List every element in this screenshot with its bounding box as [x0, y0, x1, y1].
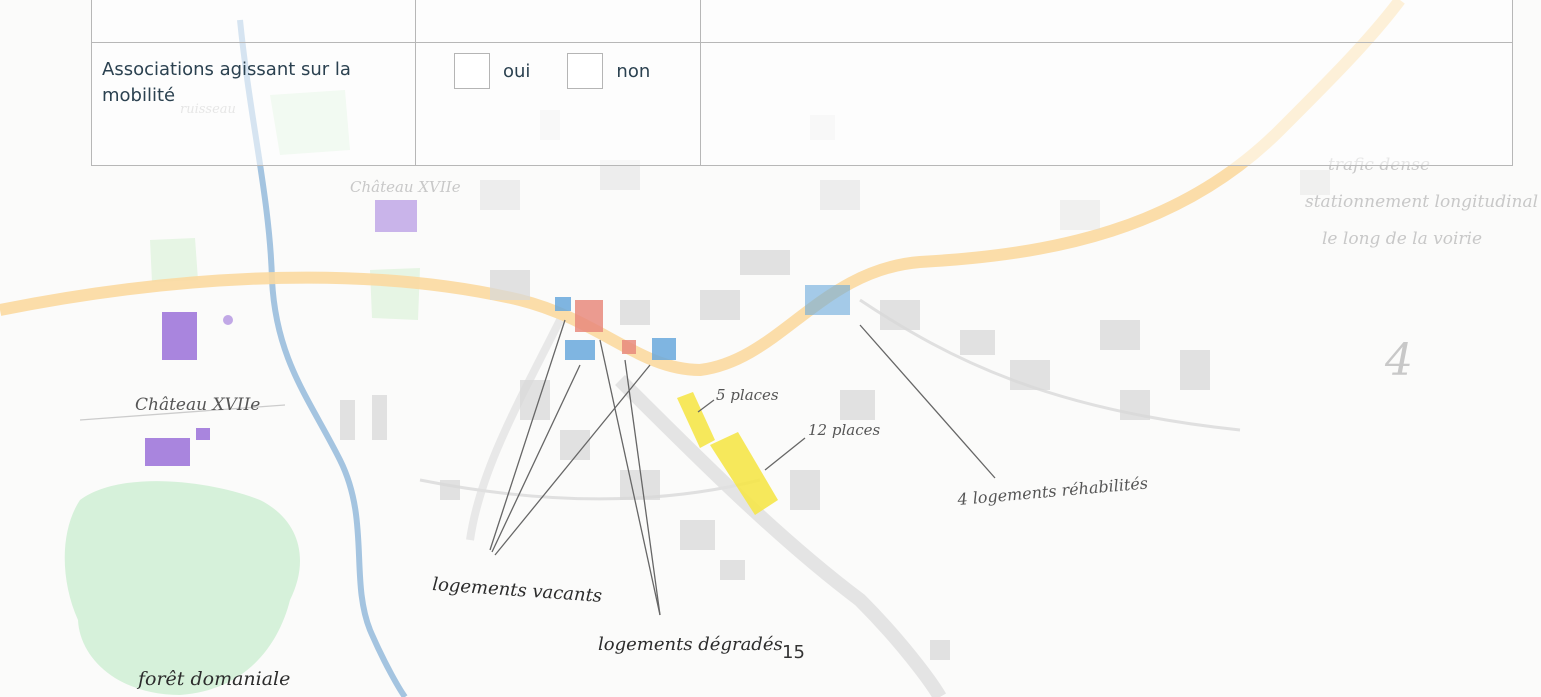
logements-vacants-label: logements vacants — [432, 574, 603, 607]
table-cell-notes[interactable] — [700, 0, 1513, 43]
north-mark: 4 — [1384, 335, 1413, 386]
mobility-form-table: Associations agissant sur la mobilité ou… — [91, 0, 1513, 166]
row-label-associations: Associations agissant sur la mobilité — [91, 42, 416, 166]
trafic-line3: le long de la voirie — [1322, 229, 1482, 249]
table-cell-options: oui non — [415, 42, 701, 166]
table-cell-label — [91, 0, 416, 43]
logements-rehabilites-label: 4 logements réhabilités — [956, 473, 1149, 509]
places-12-label: 12 places — [808, 421, 880, 439]
non-checkbox[interactable] — [567, 53, 604, 89]
page-number: 15 — [782, 642, 805, 663]
forest-area — [64, 481, 300, 695]
chateau-left-label: Château XVIIe — [135, 395, 260, 415]
oui-checkbox[interactable] — [454, 53, 490, 89]
logements-degrades-label: logements dégradés — [598, 634, 783, 655]
foret-label: forêt domaniale — [136, 668, 290, 690]
non-label: non — [616, 60, 651, 82]
minor-road-2 — [419, 478, 761, 501]
chateau-top-label: Château XVIIe — [350, 178, 461, 196]
table-row: Associations agissant sur la mobilité ou… — [91, 42, 1513, 166]
places-5-label: 5 places — [716, 386, 779, 404]
trafic-line2: stationnement longitudinal — [1305, 192, 1538, 212]
table-cell-options — [415, 0, 701, 43]
oui-label: oui — [503, 60, 531, 82]
table-row — [91, 0, 1513, 43]
green-area-left — [150, 238, 198, 282]
side-road-2 — [466, 318, 564, 541]
notes-field[interactable] — [700, 42, 1513, 166]
